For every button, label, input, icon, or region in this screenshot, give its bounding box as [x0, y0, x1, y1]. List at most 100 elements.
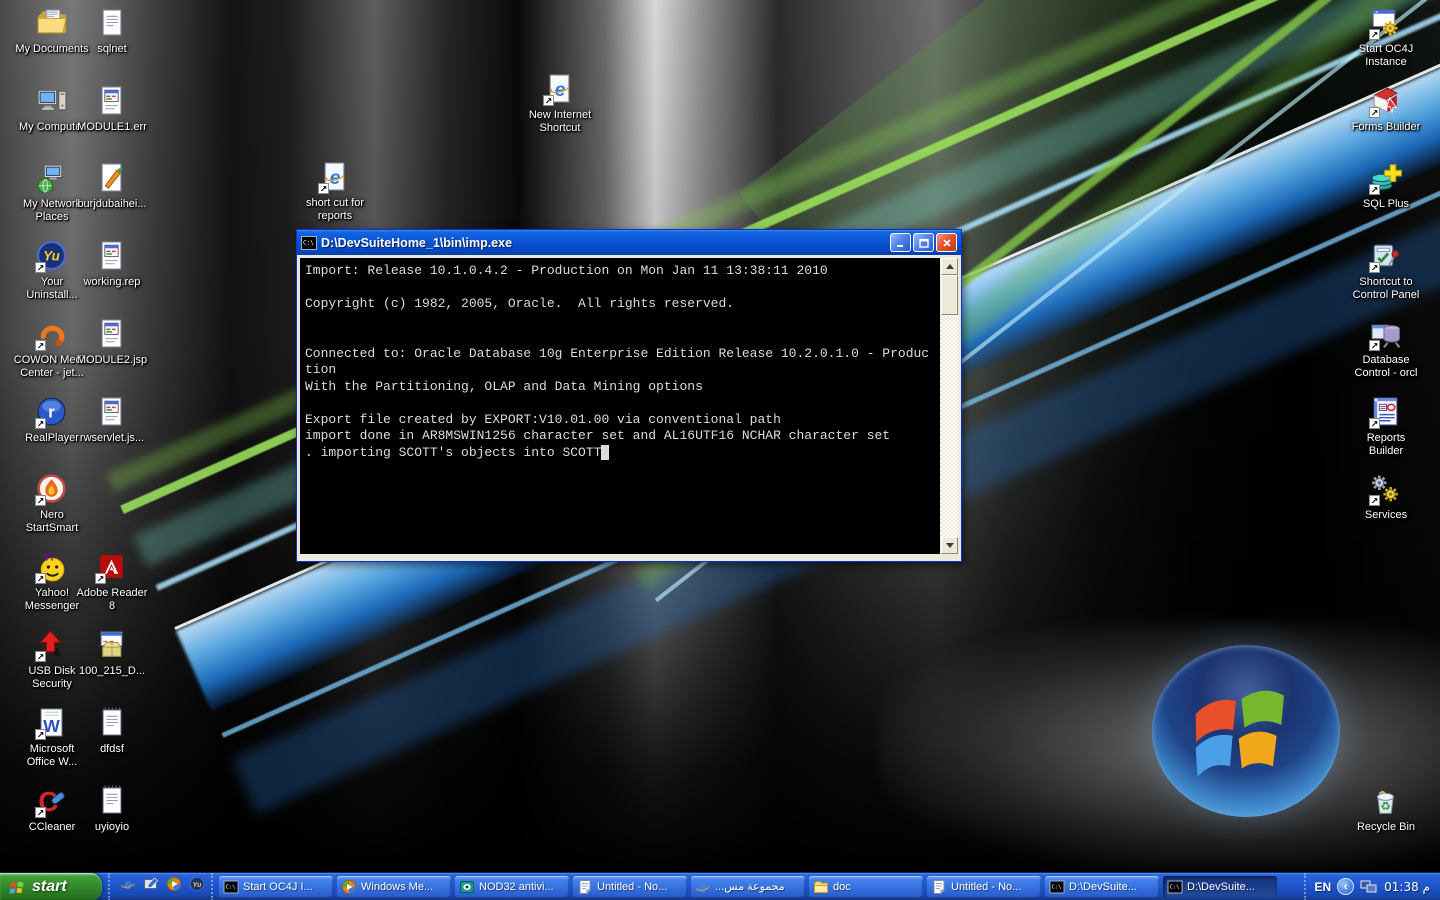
desktop-icon-label: short cut for reports	[285, 197, 385, 223]
report-file-icon	[95, 84, 129, 118]
quicklaunch-show-desktop[interactable]	[141, 877, 161, 897]
desktop-icon-label: Reports Builder	[1336, 432, 1436, 458]
desktop-icon-shortcut-to[interactable]: ↗Shortcut to Control Panel	[1336, 239, 1436, 302]
task-button-untitled-no-3[interactable]: Untitled - No...	[573, 876, 687, 898]
scroll-down-button[interactable]	[941, 537, 958, 554]
desktop-icon-new-internet[interactable]: e↗New Internet Shortcut	[510, 72, 610, 135]
oc4j-icon: ↗	[1369, 6, 1403, 40]
svg-text:♻: ♻	[1380, 801, 1390, 813]
shortcut-arrow-icon: ↗	[1369, 495, 1380, 506]
desktop-icon-100-215-d[interactable]: 100_215_D...	[62, 628, 162, 678]
desktop-icon-label: Recycle Bin	[1336, 821, 1436, 834]
cmd-icon: C:\	[301, 235, 317, 251]
down-arrow-icon	[946, 543, 954, 552]
desktop-icon-label: Forms Builder	[1336, 121, 1436, 134]
ie-page-icon: e↗	[318, 160, 352, 194]
hidden-icons-button[interactable]: ‹	[1337, 878, 1354, 895]
desktop-icon-label: 100_215_D...	[62, 665, 162, 678]
task-button-start-oc4j-i-0[interactable]: C:\Start OC4J I...	[219, 876, 333, 898]
console-body: Import: Release 10.1.0.4.2 - Production …	[297, 255, 961, 557]
desktop-icon-sqlnet[interactable]: sqlnet	[62, 6, 162, 56]
forms-builder-icon: ↗	[1369, 84, 1403, 118]
console-scrollbar[interactable]	[941, 258, 958, 554]
quicklaunch-internet-explorer[interactable]: e	[118, 877, 138, 897]
desktop-icon-reports[interactable]: ↗ Reports Builder	[1336, 395, 1436, 458]
desktop-icon-dfdsf[interactable]: dfdsf	[62, 706, 162, 756]
shortcut-arrow-icon: ↗	[1369, 184, 1380, 195]
system-tray: EN ‹ 01:38 م	[1304, 873, 1440, 900]
shortcut-arrow-icon: ↗	[35, 262, 46, 273]
desktop-icon-label: Database Control - orcl	[1336, 354, 1436, 380]
desktop-icon-module1-err[interactable]: MODULE1.err	[62, 84, 162, 134]
task-button-windows-me-1[interactable]: Windows Me...	[337, 876, 451, 898]
desktop-icon-recycle-bin[interactable]: ♻ Recycle Bin	[1336, 784, 1436, 834]
start-button[interactable]: start	[0, 873, 102, 900]
task-button-d-devsuite-8[interactable]: C:\D:\DevSuite...	[1163, 876, 1277, 898]
start-label: start	[32, 878, 67, 896]
desktop-icon-nero[interactable]: ↗Nero StartSmart	[2, 472, 102, 535]
zip-icon	[95, 628, 129, 662]
close-button[interactable]	[936, 233, 957, 252]
shortcut-arrow-icon: ↗	[35, 418, 46, 429]
report-file-icon	[95, 395, 129, 429]
quick-launch-bar: e Yu	[108, 873, 213, 900]
desktop-icon-label: rwservlet.js...	[62, 432, 162, 445]
cmd-icon: C:\	[1049, 879, 1065, 895]
shortcut-arrow-icon: ↗	[1369, 418, 1380, 429]
shortcut-arrow-icon: ↗	[35, 729, 46, 740]
desktop-icon-label: Adobe Reader 8	[62, 587, 162, 613]
shortcut-arrow-icon: ↗	[1369, 29, 1380, 40]
maximize-button[interactable]	[913, 233, 934, 252]
quicklaunch-your-uninstaller[interactable]: Yu	[187, 877, 207, 897]
shortcut-arrow-icon: ↗	[35, 495, 46, 506]
desktop-icon-sql-plus[interactable]: ↗ SQL Plus	[1336, 161, 1436, 211]
task-button-item-4[interactable]: e مجموعة مس...	[691, 876, 805, 898]
desktop-icon-working-rep[interactable]: working.rep	[62, 239, 162, 289]
clock[interactable]: 01:38 م	[1384, 880, 1430, 894]
task-button-untitled-no-6[interactable]: Untitled - No...	[927, 876, 1041, 898]
task-button-doc-5[interactable]: doc	[809, 876, 923, 898]
task-button-area: C:\Start OC4J I... Windows Me... NOD32 ant…	[213, 873, 1304, 900]
task-button-label: D:\DevSuite...	[1187, 881, 1255, 893]
scrollbar-thumb[interactable]	[941, 275, 958, 315]
desktop-icon-forms-builder[interactable]: ↗ Forms Builder	[1336, 84, 1436, 134]
minimize-button[interactable]	[890, 233, 911, 252]
desktop-icon-short-cut-for[interactable]: e↗ short cut for reports	[285, 160, 385, 223]
language-indicator[interactable]: EN	[1314, 880, 1331, 894]
console-output[interactable]: Import: Release 10.1.0.4.2 - Production …	[300, 258, 940, 554]
desktop-icon-label: SQL Plus	[1336, 198, 1436, 211]
desktop-icon-start-oc4j[interactable]: ↗Start OC4J Instance	[1336, 6, 1436, 69]
desktop-icon-label: Shortcut to Control Panel	[1336, 276, 1436, 302]
svg-text:e: e	[699, 879, 707, 895]
folder-icon	[813, 879, 829, 895]
desktop-icon-rwservlet-js[interactable]: rwservlet.js...	[62, 395, 162, 445]
desktop-icon-database[interactable]: ↗ Database Control - orcl	[1336, 317, 1436, 380]
shortcut-arrow-icon: ↗	[35, 573, 46, 584]
task-button-label: Untitled - No...	[597, 881, 667, 893]
shortcut-arrow-icon: ↗	[95, 573, 106, 584]
show-desktop-icon	[143, 876, 159, 897]
quicklaunch-windows-media-player[interactable]	[164, 877, 184, 897]
windows-media-player-icon	[166, 876, 182, 897]
task-button-label: D:\DevSuite...	[1069, 881, 1137, 893]
console-titlebar[interactable]: C:\ D:\DevSuiteHome_1\bin\imp.exe	[297, 230, 961, 255]
network-icon[interactable]	[1360, 879, 1378, 895]
scroll-up-button[interactable]	[941, 258, 958, 275]
svg-text:Yu: Yu	[193, 882, 202, 889]
task-button-nod32-antivi-2[interactable]: NOD32 antivi...	[455, 876, 569, 898]
desktop-icon-label: sqlnet	[62, 43, 162, 56]
adobe-icon: ↗	[95, 550, 129, 584]
desktop-icon-label: MODULE1.err	[62, 121, 162, 134]
desktop-icon-adobe-reader[interactable]: ↗ Adobe Reader 8	[62, 550, 162, 613]
task-button-label: مجموعة مس...	[715, 880, 785, 893]
shortcut-arrow-icon: ↗	[543, 95, 554, 106]
shortcut-arrow-icon: ↗	[1369, 340, 1380, 351]
desktop-icon-services[interactable]: ↗Services	[1336, 472, 1436, 522]
desktop-icon-burjdubaihei[interactable]: burjdubaihei...	[62, 161, 162, 211]
desktop-icon-module2-jsp[interactable]: MODULE2.jsp	[62, 317, 162, 367]
task-button-label: Windows Me...	[361, 881, 433, 893]
task-button-d-devsuite-7[interactable]: C:\ D:\DevSuite...	[1045, 876, 1159, 898]
desktop-icon-uyioyio[interactable]: uyioyio	[62, 784, 162, 834]
desktop-icon-label: working.rep	[62, 276, 162, 289]
svg-text:C:\: C:\	[226, 884, 236, 890]
